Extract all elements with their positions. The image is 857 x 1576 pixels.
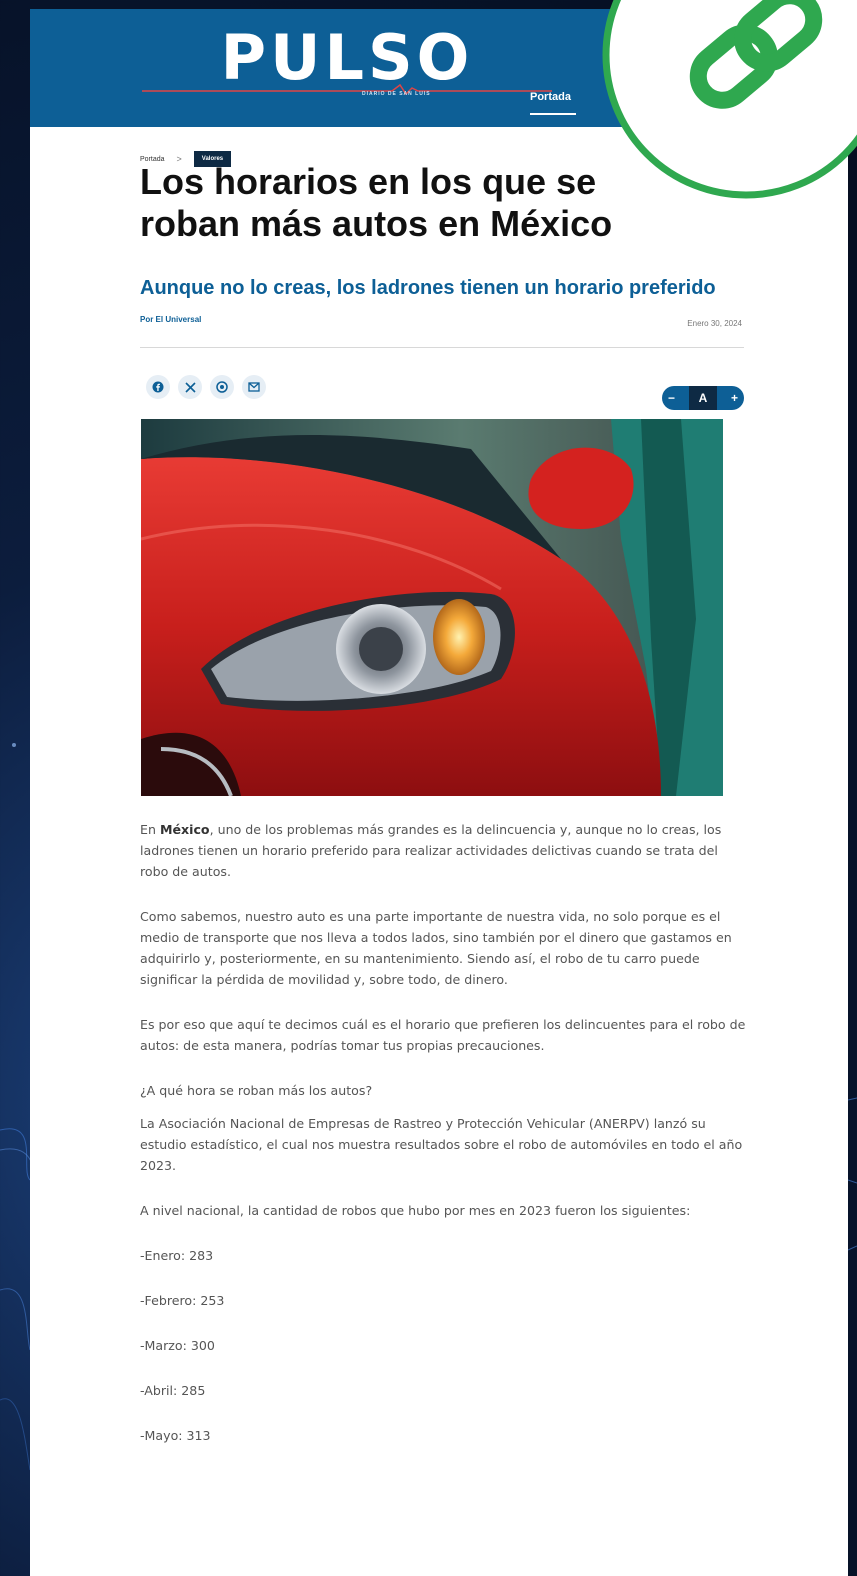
paragraph-2: Como sabemos, nuestro auto es una parte … (140, 909, 732, 987)
month-item: -Abril: 285 (140, 1383, 206, 1398)
article-date: Enero 30, 2024 (687, 319, 742, 328)
article-page: PULSO DIARIO DE SAN LUIS Portada Portada… (30, 9, 848, 1576)
logo-subtitle: DIARIO DE SAN LUIS (362, 91, 431, 97)
x-icon[interactable] (178, 375, 202, 399)
link-icon (602, 0, 857, 199)
car-headlight-illustration (141, 419, 723, 796)
nav-active-indicator (530, 113, 576, 115)
divider (140, 347, 744, 348)
month-item: -Febrero: 253 (140, 1293, 225, 1308)
article-subtitle: Aunque no lo creas, los ladrones tienen … (140, 277, 716, 299)
nav-portada[interactable]: Portada (530, 91, 571, 103)
email-icon[interactable] (242, 375, 266, 399)
paragraph-1-start: En (140, 822, 160, 837)
heartbeat-line-icon (142, 83, 552, 95)
article-body: En México, uno de los problemas más gran… (140, 819, 750, 1470)
month-item: -Enero: 283 (140, 1248, 214, 1263)
font-decrease-button[interactable]: − (668, 391, 675, 405)
font-size-label: A (689, 386, 717, 410)
site-logo[interactable]: PULSO DIARIO DE SAN LUIS (142, 25, 552, 101)
paragraph-1: En México, uno de los problemas más gran… (140, 819, 750, 882)
article-image (141, 419, 723, 796)
month-item: -Marzo: 300 (140, 1338, 215, 1353)
article-byline[interactable]: Por El Universal (140, 315, 201, 324)
paragraph-question: ¿A qué hora se roban más los autos? (140, 1083, 373, 1098)
logo-wordmark: PULSO (220, 21, 474, 94)
month-item: -Mayo: 313 (140, 1428, 211, 1443)
paragraph-6: A nivel nacional, la cantidad de robos q… (140, 1203, 691, 1218)
paragraph-3: Es por eso que aquí te decimos cuál es e… (140, 1017, 746, 1053)
font-size-control: − A + (662, 386, 744, 410)
share-bar (146, 375, 274, 399)
paragraph-1-end: , uno de los problemas más grandes es la… (140, 822, 722, 879)
mexico-bold: México (159, 822, 210, 837)
font-increase-button[interactable]: + (731, 391, 738, 405)
whatsapp-icon[interactable] (210, 375, 234, 399)
paragraph-5: La Asociación Nacional de Empresas de Ra… (140, 1116, 743, 1173)
facebook-icon[interactable] (146, 375, 170, 399)
